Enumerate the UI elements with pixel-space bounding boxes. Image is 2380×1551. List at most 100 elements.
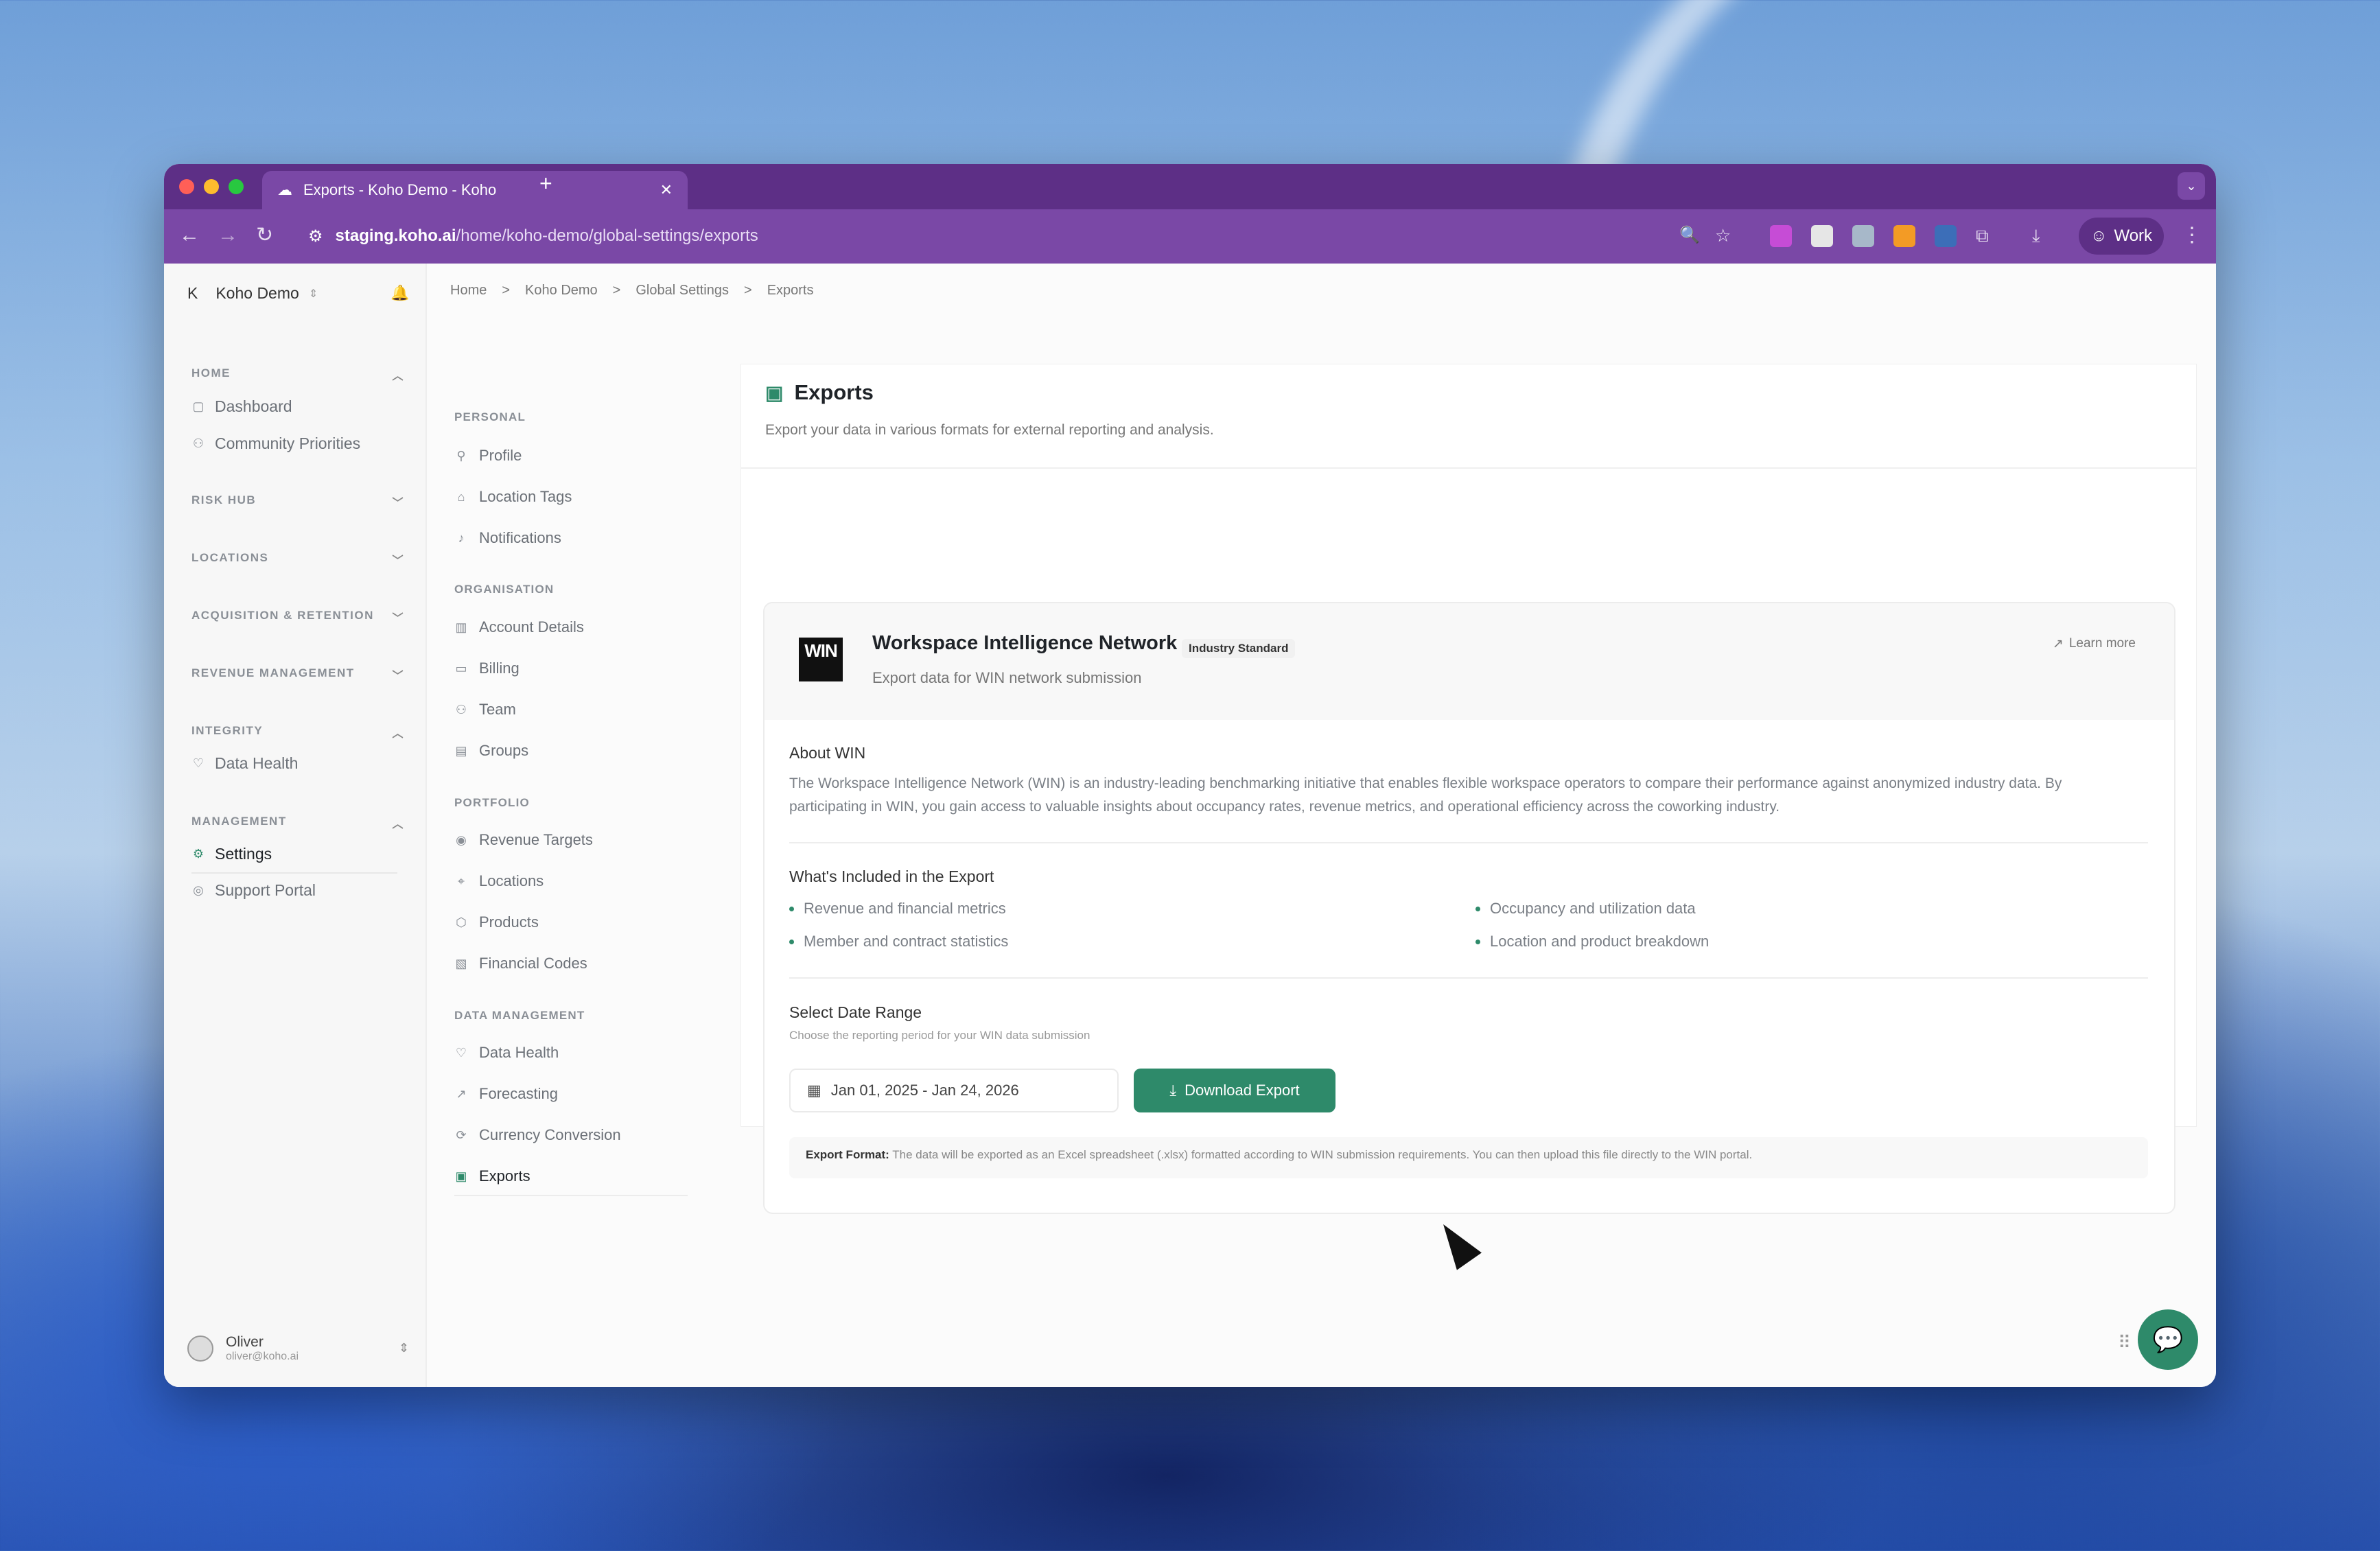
section-integrity[interactable]: INTEGRITY ︿	[191, 724, 404, 740]
user-menu[interactable]: Oliver oliver@koho.ai	[187, 1334, 299, 1363]
settings-item-profile[interactable]: ⚲ Profile	[454, 447, 522, 465]
bullet-dot	[789, 906, 794, 911]
sidebar-item-support[interactable]: ◎ Support Portal	[191, 881, 316, 900]
chat-support-button[interactable]: 💬	[2138, 1309, 2198, 1370]
url-domain: staging.koho.ai	[335, 226, 456, 245]
site-settings-icon[interactable]: ⚙	[308, 226, 323, 246]
sidebar-item-community[interactable]: ⚇ Community Priorities	[191, 434, 360, 453]
settings-item-label: Account Details	[479, 618, 584, 635]
refresh-icon: ⟳	[456, 1128, 467, 1142]
learn-more-link[interactable]: ↗ Learn more	[2053, 636, 2136, 652]
settings-item-currency-conversion[interactable]: ⟳ Currency Conversion	[454, 1126, 620, 1144]
tab-title: Exports - Koho Demo - Koho	[303, 181, 497, 198]
download-export-button[interactable]: ⤓ Download Export	[1134, 1069, 1335, 1112]
profile-button[interactable]: ☺ Work	[2079, 218, 2164, 255]
settings-item-label: Exports	[479, 1167, 530, 1185]
bookmark-star-icon[interactable]: ☆	[1715, 223, 1731, 248]
grip-icon[interactable]: ⠿	[2118, 1332, 2131, 1353]
settings-item-team[interactable]: ⚇ Team	[454, 701, 516, 719]
org-switcher[interactable]: K Koho Demo ⇕	[187, 284, 318, 303]
settings-item-label: Products	[479, 913, 539, 931]
divider	[454, 1195, 688, 1196]
settings-item-label: Locations	[479, 872, 544, 889]
new-tab-icon[interactable]: +	[539, 171, 552, 196]
divider	[789, 977, 2148, 979]
extensions-puzzle-icon[interactable]: ⧉	[1976, 223, 1989, 248]
card-subtitle: Export data for WIN network submission	[872, 669, 1142, 686]
chevron-updown-icon[interactable]: ⇕	[399, 1341, 409, 1355]
download-icon: ⤓	[1169, 1082, 1177, 1099]
section-label: INTEGRITY	[191, 724, 264, 737]
list-item-text: Revenue and financial metrics	[804, 900, 1006, 917]
export-format-label: Export Format:	[806, 1148, 889, 1161]
chevron-down-icon: ﹀	[392, 670, 404, 682]
folder-icon: ▤	[455, 743, 467, 758]
profile-avatar-icon: ☺	[2090, 226, 2108, 245]
section-acquisition[interactable]: ACQUISITION & RETENTION ﹀	[191, 609, 404, 625]
back-icon[interactable]: ←	[179, 223, 200, 248]
settings-item-data-health[interactable]: ♡ Data Health	[454, 1044, 559, 1062]
section-locations[interactable]: LOCATIONS ﹀	[191, 551, 404, 567]
section-risk-hub[interactable]: RISK HUB ﹀	[191, 493, 404, 509]
card-title: Workspace Intelligence Network	[872, 632, 1178, 654]
heart-icon: ♡	[455, 1045, 467, 1060]
breadcrumb-separator: >	[744, 283, 752, 298]
extension-icon[interactable]	[1893, 225, 1915, 247]
sidebar-item-label: Settings	[215, 845, 272, 863]
settings-item-location-tags[interactable]: ⌂ Location Tags	[454, 488, 572, 506]
settings-item-groups[interactable]: ▤ Groups	[454, 742, 528, 760]
settings-item-account-details[interactable]: ▥ Account Details	[454, 618, 584, 636]
section-management[interactable]: MANAGEMENT ︿	[191, 815, 404, 830]
download-icon[interactable]: ⤓	[2032, 223, 2040, 248]
minimize-window-button[interactable]	[204, 179, 219, 194]
user-name: Oliver	[226, 1334, 264, 1350]
extension-icon[interactable]	[1935, 225, 1957, 247]
about-label: About WIN	[789, 744, 866, 762]
settings-item-label: Forecasting	[479, 1085, 558, 1102]
url-field[interactable]: ⚙ staging.koho.ai /home/koho-demo/global…	[308, 218, 1900, 255]
browser-tab[interactable]: ☁ Exports - Koho Demo - Koho ✕	[262, 171, 688, 209]
tab-list-chevron-icon[interactable]: ⌄	[2178, 172, 2205, 200]
included-label: What's Included in the Export	[789, 867, 994, 885]
settings-item-locations[interactable]: ⌖ Locations	[454, 872, 544, 890]
section-home[interactable]: HOME ︿	[191, 366, 404, 382]
reload-icon[interactable]: ↻	[256, 223, 273, 248]
close-window-button[interactable]	[179, 179, 194, 194]
date-range-label: Select Date Range	[789, 1003, 922, 1021]
extension-icon[interactable]	[1852, 225, 1874, 247]
chat-icon: 💬	[2152, 1325, 2184, 1353]
settings-item-forecasting[interactable]: ↗ Forecasting	[454, 1085, 558, 1103]
maximize-window-button[interactable]	[229, 179, 244, 194]
list-item-text: Occupancy and utilization data	[1490, 900, 1696, 917]
settings-item-financial-codes[interactable]: ▧ Financial Codes	[454, 955, 587, 972]
menu-kebab-icon[interactable]: ⋮	[2182, 223, 2202, 248]
section-revenue[interactable]: REVENUE MANAGEMENT ﹀	[191, 666, 404, 682]
extension-icon[interactable]	[1770, 225, 1792, 247]
section-label: MANAGEMENT	[191, 815, 287, 828]
forward-icon[interactable]: →	[218, 223, 238, 248]
bell-icon[interactable]: 🔔	[390, 284, 409, 302]
settings-item-label: Location Tags	[479, 488, 572, 505]
settings-item-label: Profile	[479, 447, 522, 464]
win-logo: WIN	[799, 638, 843, 681]
date-range-picker[interactable]: ▦ Jan 01, 2025 - Jan 24, 2026	[789, 1069, 1119, 1112]
sidebar-item-data-health[interactable]: ♡ Data Health	[191, 754, 299, 773]
group-portfolio: PORTFOLIO	[454, 796, 530, 809]
settings-item-notifications[interactable]: ♪ Notifications	[454, 529, 561, 547]
file-export-icon: ▣	[455, 1169, 467, 1183]
user-email: oliver@koho.ai	[226, 1351, 299, 1362]
zoom-icon[interactable]: 🔍	[1679, 223, 1700, 248]
tab-close-icon[interactable]: ✕	[660, 181, 673, 199]
sidebar-item-settings[interactable]: ⚙ Settings	[191, 845, 272, 863]
list-item-text: Member and contract statistics	[804, 933, 1009, 950]
settings-item-revenue-targets[interactable]: ◉ Revenue Targets	[454, 831, 593, 849]
sidebar-item-dashboard[interactable]: ▢ Dashboard	[191, 397, 292, 416]
win-export-card: WIN Workspace Intelligence Network Indus…	[763, 602, 2175, 1214]
date-range-value: Jan 01, 2025 - Jan 24, 2026	[830, 1082, 1019, 1099]
export-format-text: The data will be exported as an Excel sp…	[892, 1148, 1753, 1161]
settings-item-products[interactable]: ⬡ Products	[454, 913, 539, 931]
settings-item-billing[interactable]: ▭ Billing	[454, 660, 519, 677]
settings-item-exports[interactable]: ▣ Exports	[454, 1167, 530, 1185]
extension-icon[interactable]	[1811, 225, 1833, 247]
credit-card-icon: ▭	[455, 661, 467, 675]
